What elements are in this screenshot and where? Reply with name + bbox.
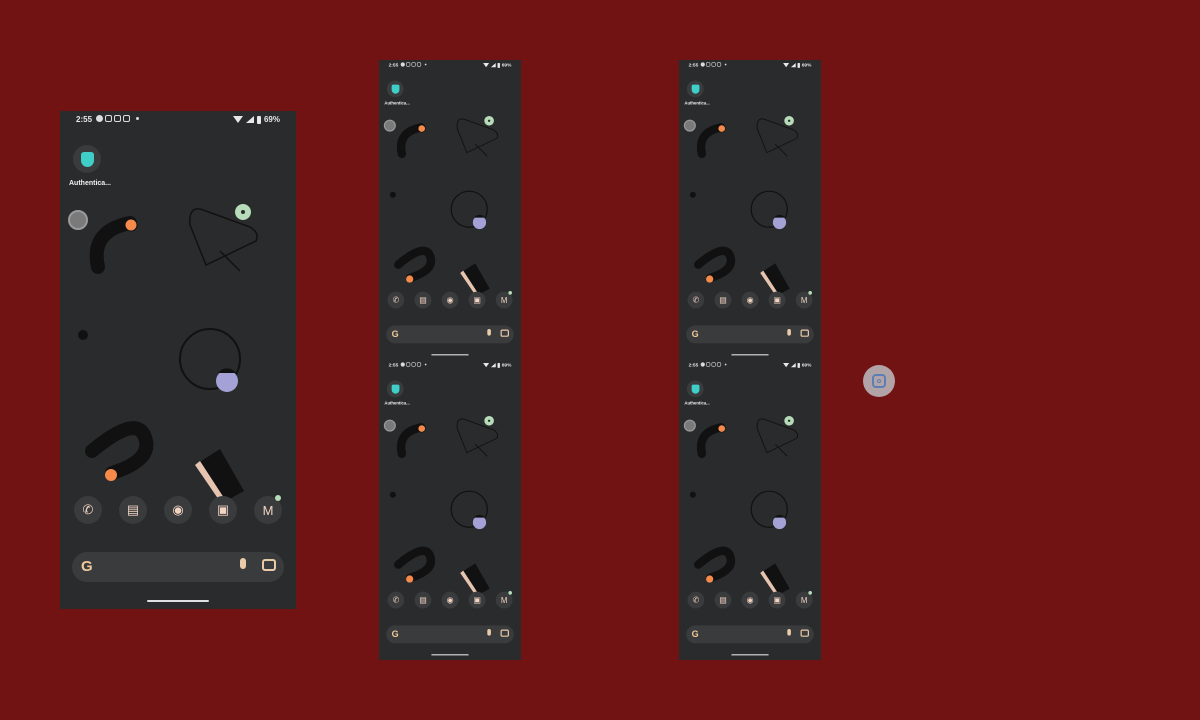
microphone-icon[interactable] — [487, 328, 491, 336]
phone-screen-main[interactable]: 2:55 69% Authentica... ✆ ▤ ◉ ▣ M G — [60, 111, 296, 609]
google-logo: G — [391, 328, 399, 340]
notification-badge — [808, 291, 812, 295]
gesture-nav-bar[interactable] — [431, 654, 469, 656]
phone-app-icon[interactable]: ✆ — [74, 496, 102, 524]
chrome-app-icon[interactable]: ◉ — [741, 591, 759, 609]
chrome-app-icon[interactable]: ◉ — [441, 291, 459, 309]
camera-app-icon[interactable]: ▣ — [209, 496, 237, 524]
google-lens-icon[interactable] — [800, 629, 809, 637]
gmail-app-icon[interactable]: M — [795, 291, 813, 309]
gesture-nav-bar[interactable] — [147, 600, 209, 602]
notification-badge — [275, 495, 281, 501]
camera-app-icon[interactable]: ▣ — [768, 591, 786, 609]
phone-app-icon[interactable]: ✆ — [687, 591, 705, 609]
camera-app-icon[interactable]: ▣ — [468, 291, 486, 309]
camera-app-icon[interactable]: ▣ — [468, 591, 486, 609]
wallpaper — [683, 415, 799, 596]
google-logo: G — [691, 628, 699, 640]
google-search-bar[interactable]: G — [686, 325, 814, 344]
phone-screen-thumb-2[interactable]: 2:55 69% Authentica... ✆ ▤ ◉ ▣ M G — [379, 360, 521, 660]
microphone-icon[interactable] — [787, 328, 791, 336]
google-search-bar[interactable]: G — [386, 625, 514, 644]
notification-badge — [808, 591, 812, 595]
chrome-app-icon[interactable]: ◉ — [164, 496, 192, 524]
messages-app-icon[interactable]: ▤ — [414, 291, 432, 309]
notification-badge — [508, 591, 512, 595]
dock: ✆ ▤ ◉ ▣ M — [687, 291, 813, 310]
dock: ✆ ▤ ◉ ▣ M — [687, 591, 813, 610]
gesture-nav-bar[interactable] — [731, 354, 769, 356]
gesture-nav-bar[interactable] — [431, 354, 469, 356]
google-logo: G — [691, 328, 699, 340]
phone-screen-thumb-1[interactable]: 2:55 69% Authentica... ✆ ▤ ◉ ▣ M G — [379, 60, 521, 360]
gesture-nav-bar[interactable] — [731, 654, 769, 656]
phone-screen-thumb-3[interactable]: 2:55 69% Authentica... ✆ ▤ ◉ ▣ M G — [679, 60, 821, 360]
google-lens-icon[interactable] — [800, 329, 809, 337]
google-logo: G — [391, 628, 399, 640]
microphone-icon[interactable] — [787, 628, 791, 636]
phone-app-icon[interactable]: ✆ — [387, 591, 405, 609]
google-lens-icon[interactable] — [262, 559, 276, 571]
phone-screen-thumb-4[interactable]: 2:55 69% Authentica... ✆ ▤ ◉ ▣ M G — [679, 360, 821, 660]
dock: ✆ ▤ ◉ ▣ M — [387, 591, 513, 610]
wallpaper — [683, 115, 799, 296]
google-lens-icon[interactable] — [500, 629, 509, 637]
google-search-bar[interactable]: G — [686, 625, 814, 644]
dock: ✆ ▤ ◉ ▣ M — [387, 291, 513, 310]
messages-app-icon[interactable]: ▤ — [119, 496, 147, 524]
google-logo: G — [81, 558, 93, 575]
wallpaper — [68, 204, 258, 503]
chrome-app-icon[interactable]: ◉ — [441, 591, 459, 609]
gmail-app-icon[interactable]: M — [495, 591, 513, 609]
phone-app-icon[interactable]: ✆ — [687, 291, 705, 309]
camera-app-icon[interactable]: ▣ — [768, 291, 786, 309]
wallpaper — [383, 415, 499, 596]
google-search-bar[interactable]: G — [72, 552, 284, 582]
lens-capture-icon — [872, 374, 886, 388]
microphone-icon[interactable] — [240, 558, 246, 569]
messages-app-icon[interactable]: ▤ — [414, 591, 432, 609]
wallpaper — [383, 115, 499, 296]
dock: ✆ ▤ ◉ ▣ M — [74, 495, 282, 526]
chrome-app-icon[interactable]: ◉ — [741, 291, 759, 309]
gmail-app-icon[interactable]: M — [495, 291, 513, 309]
phone-app-icon[interactable]: ✆ — [387, 291, 405, 309]
messages-app-icon[interactable]: ▤ — [714, 291, 732, 309]
gmail-app-icon[interactable]: M — [795, 591, 813, 609]
screenshot-capture-button[interactable] — [863, 365, 895, 397]
google-search-bar[interactable]: G — [386, 325, 514, 344]
gmail-app-icon[interactable]: M — [254, 495, 282, 524]
notification-badge — [508, 291, 512, 295]
messages-app-icon[interactable]: ▤ — [714, 591, 732, 609]
microphone-icon[interactable] — [487, 628, 491, 636]
google-lens-icon[interactable] — [500, 329, 509, 337]
